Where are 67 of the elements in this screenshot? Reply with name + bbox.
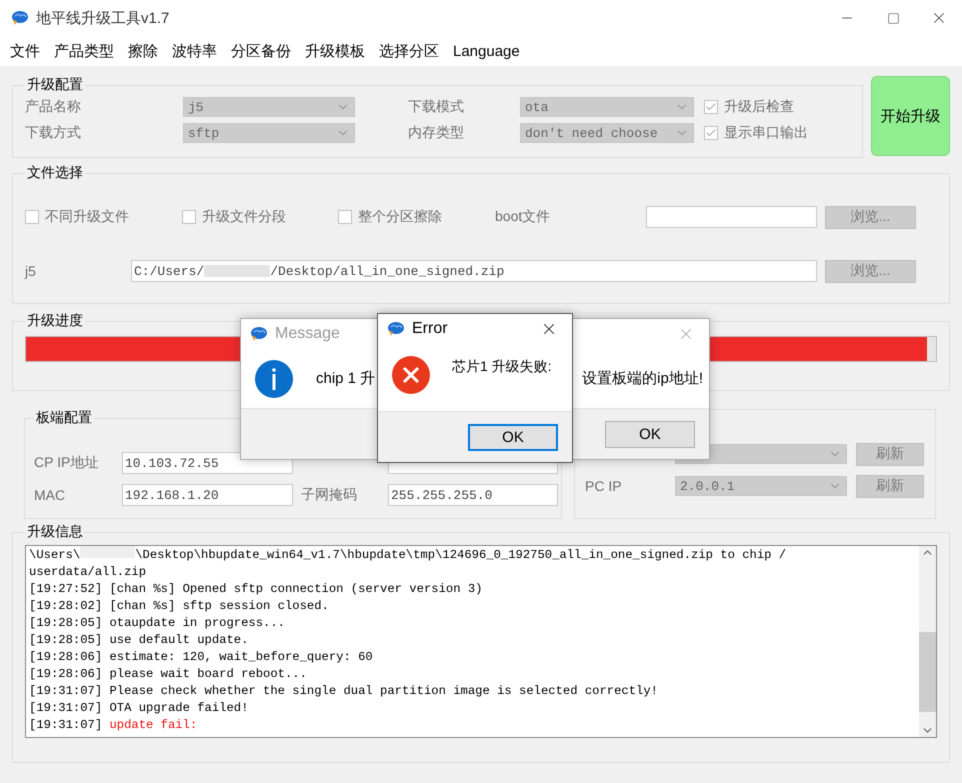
log-line: [19:28:05] otaupdate in progress... <box>29 615 286 632</box>
log-line: [19:27:52] [chan %s] Opened sftp connection (server version 3) <box>29 581 484 598</box>
info-icon <box>255 360 293 398</box>
menu-item[interactable]: 产品类型 <box>54 42 114 60</box>
brain-logo-icon <box>249 326 267 342</box>
group-title: 升级信息 <box>26 523 84 541</box>
menu-item[interactable]: 升级模板 <box>305 42 365 60</box>
window-title: 地平线升级工具v1.7 <box>36 8 170 28</box>
log-line: [19:28:06] please wait board reboot... <box>29 666 308 683</box>
field-label: MAC <box>34 487 66 503</box>
input-field[interactable]: 192.168.1.20 <box>122 484 293 506</box>
checkmark-icon <box>705 101 717 113</box>
log-line: \Users\ \Desktop\hbupdate_win64_v1.7\hbupdate\tmp\124696_0_192750_all_in_one_signed.zip to chip / <box>29 546 788 564</box>
group-title: 板端配置 <box>35 409 93 427</box>
menu-item[interactable]: 擦除 <box>128 42 158 60</box>
menu-item[interactable]: 波特率 <box>172 42 217 60</box>
checkmark-icon <box>705 127 717 139</box>
dropdown[interactable]: ota <box>520 97 694 117</box>
field-label: 产品名称 <box>25 98 82 116</box>
field-label: 子网掩码 <box>301 486 358 504</box>
dropdown[interactable]: sftp <box>183 123 355 143</box>
group-title: 文件选择 <box>26 164 84 182</box>
input-field[interactable] <box>646 206 817 228</box>
input-field[interactable]: 255.255.255.0 <box>388 484 558 506</box>
dialog-message: 芯片1 升级失败: <box>452 358 552 376</box>
menu-item[interactable]: Language <box>453 42 520 60</box>
log-line: userdata/all.zip <box>29 564 148 581</box>
checkbox[interactable]: 显示串口输出 <box>704 124 862 142</box>
group-title: 升级配置 <box>26 76 84 94</box>
dialog-message: 设置板端的ip地址! <box>582 369 703 388</box>
scrollbar-thumb[interactable] <box>919 632 936 712</box>
ok-button[interactable]: OK <box>605 420 695 448</box>
group-title: 升级进度 <box>26 312 84 330</box>
dropdown[interactable]: 2.0.0.1 <box>675 476 847 496</box>
log-line: [19:28:05] use default update. <box>29 632 250 649</box>
field-label: 下载方式 <box>25 124 82 142</box>
log-line: [19:28:02] [chan %s] sftp session closed. <box>29 598 330 615</box>
log-line: [19:28:06] estimate: 120, wait_before_query: 60 <box>29 649 374 666</box>
checkbox[interactable]: 升级后检查 <box>704 98 862 116</box>
log-line: [19:31:07] Please check whether the single dual partition image is selected correctly! <box>29 683 659 700</box>
field-label: boot文件 <box>495 208 552 226</box>
field-label: 内存类型 <box>408 124 465 142</box>
dropdown[interactable]: don't need choose <box>520 123 694 143</box>
menu-item[interactable]: 分区备份 <box>231 42 291 60</box>
field-label: 下载模式 <box>408 98 465 116</box>
start-upgrade-button[interactable]: 开始升级 <box>871 76 950 156</box>
field-label: CP IP地址 <box>34 454 100 472</box>
checkbox[interactable]: 升级文件分段 <box>182 208 338 226</box>
checkbox[interactable]: 不同升级文件 <box>25 208 182 226</box>
error-icon <box>392 356 430 394</box>
checkbox[interactable]: 整个分区擦除 <box>338 208 495 226</box>
ok-button[interactable]: OK <box>468 424 558 450</box>
dialog-title: Error <box>412 320 448 338</box>
log-text-area[interactable] <box>25 545 937 738</box>
blurred-region <box>204 265 270 277</box>
field-label: j5 <box>25 263 37 279</box>
brain-logo-icon <box>10 10 28 26</box>
menu-item[interactable]: 选择分区 <box>379 42 439 60</box>
field-label: PC IP <box>585 478 623 494</box>
dropdown[interactable]: j5 <box>183 97 355 117</box>
log-line: [19:31:07] update fail: <box>29 717 198 734</box>
dialog-message: chip 1 升 <box>316 369 376 388</box>
brain-logo-icon <box>386 321 404 337</box>
log-line: [19:31:07] OTA upgrade failed! <box>29 700 250 717</box>
menu-item[interactable]: 文件 <box>10 42 40 60</box>
dialog-title: Message <box>275 325 340 343</box>
file-path-field[interactable]: C:/Users/ /Desktop/all_in_one_signed.zip <box>131 260 817 282</box>
